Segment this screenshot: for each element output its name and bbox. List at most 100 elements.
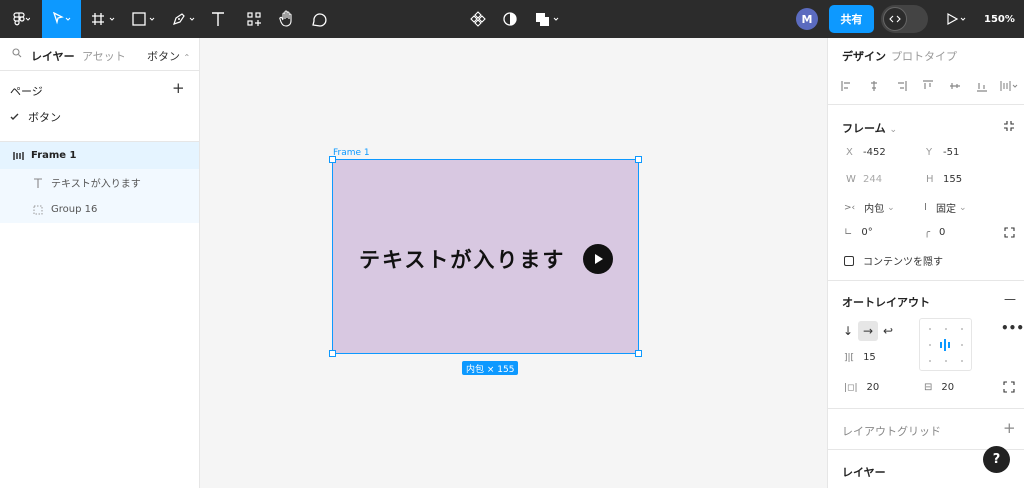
present-button[interactable] (942, 0, 972, 38)
y-field[interactable]: Y -51 (926, 147, 959, 158)
layer-label: Group 16 (51, 204, 98, 215)
grid-dot (945, 360, 947, 362)
hug-horizontal-icon: >‹ (844, 202, 856, 213)
frame-content: テキストが入ります (359, 244, 614, 274)
avatar[interactable]: M (796, 8, 818, 30)
resize-handle[interactable] (635, 350, 642, 357)
resources-button[interactable] (240, 0, 268, 38)
layout-grid-section-title: レイアウトグリッド (842, 425, 941, 438)
tab-assets[interactable]: アセット (82, 48, 126, 64)
width-mode-value: 内包 (864, 204, 885, 215)
share-button[interactable]: 共有 (829, 5, 874, 33)
add-layout-grid-icon[interactable]: + (1003, 419, 1016, 437)
size-badge: 内包 × 155 (462, 361, 519, 375)
comment-tool-button[interactable] (306, 0, 332, 38)
hand-icon (279, 10, 292, 27)
tab-design[interactable]: デザイン (842, 48, 886, 64)
more-options-icon[interactable]: ••• (1001, 321, 1024, 335)
clip-content-checkbox[interactable]: コンテンツを隠す (844, 253, 943, 268)
component-button[interactable] (466, 0, 490, 38)
layer-row-frame[interactable]: Frame 1 (0, 142, 199, 169)
move-tool-button[interactable] (42, 0, 81, 38)
resize-handle[interactable] (329, 156, 336, 163)
canvas[interactable]: Frame 1 テキストが入ります 内包 × 155 (200, 38, 827, 488)
shape-tool-button[interactable] (128, 0, 162, 38)
component-diamond-icon (470, 11, 486, 27)
grid-dot (929, 328, 931, 330)
resize-handle[interactable] (329, 350, 336, 357)
resize-handle[interactable] (635, 156, 642, 163)
collapse-icon[interactable] (1003, 120, 1015, 135)
boolean-button[interactable] (532, 0, 566, 38)
mask-button[interactable] (498, 0, 522, 38)
page-selector-label: ボタン (147, 50, 180, 63)
radius-field[interactable]: ╭ 0 (924, 227, 945, 238)
arrow-right-icon: → (862, 324, 874, 338)
frame-icon (92, 13, 115, 25)
independent-corners-icon[interactable] (1004, 227, 1015, 241)
align-bottom-icon[interactable] (972, 78, 991, 94)
distribute-icon[interactable] (999, 78, 1018, 94)
help-button[interactable]: ? (983, 446, 1010, 473)
align-right-icon[interactable] (892, 78, 911, 94)
x-field[interactable]: X -452 (846, 147, 886, 158)
height-mode-select[interactable]: I 固定 ⌄ (924, 200, 967, 215)
right-panel: デザイン プロトタイプ フレーム ⌄ X -452 Y -51 W 244 H … (827, 38, 1024, 488)
frame-autolayout-icon (12, 151, 24, 161)
frame-label[interactable]: Frame 1 (333, 148, 370, 158)
radius-value: 0 (939, 227, 946, 238)
frame-section-title[interactable]: フレーム ⌄ (842, 120, 897, 136)
gap-field[interactable]: ]|[ 15 (844, 352, 876, 363)
tab-prototype[interactable]: プロトタイプ (891, 48, 957, 64)
left-panel-tabs: レイヤー アセット ボタン ⌃ (0, 38, 199, 71)
remove-autolayout-icon[interactable]: — (1004, 292, 1016, 306)
grid-dot (961, 344, 963, 346)
zoom-level[interactable]: 150% (984, 0, 1015, 38)
x-label: X (846, 147, 853, 158)
page-item[interactable]: ボタン (10, 109, 61, 125)
tab-layers[interactable]: レイヤー (31, 48, 75, 64)
pen-tool-button[interactable] (168, 0, 202, 38)
rotation-value: 0° (861, 227, 873, 238)
direction-vertical-button[interactable]: ↓ (838, 321, 858, 341)
direction-horizontal-button[interactable]: → (858, 321, 878, 341)
w-field[interactable]: W 244 (846, 174, 882, 185)
layer-row-text[interactable]: テキストが入ります (0, 169, 199, 196)
vertical-padding-field[interactable]: ⊟ 20 (924, 382, 954, 393)
fixed-vertical-icon: I (924, 202, 927, 213)
h-field[interactable]: H 155 (926, 174, 962, 185)
direction-wrap-button[interactable]: ↩ (878, 321, 898, 341)
padding-horizontal-icon: |◻| (844, 382, 858, 393)
pages-header: ページ (10, 85, 43, 98)
padding-h-value: 20 (866, 382, 880, 393)
hand-tool-button[interactable] (274, 0, 300, 38)
alignment-grid[interactable] (919, 318, 972, 371)
rotation-field[interactable]: ∟ 0° (844, 227, 873, 238)
main-menu-button[interactable] (2, 0, 40, 38)
horizontal-padding-field[interactable]: |◻| 20 (844, 382, 879, 393)
text-icon (212, 12, 224, 26)
left-panel: レイヤー アセット ボタン ⌃ ページ + ボタン Frame 1 テキストが入… (0, 38, 200, 488)
align-left-icon[interactable] (838, 78, 857, 94)
align-top-icon[interactable] (919, 78, 938, 94)
align-center-h-icon[interactable] (865, 78, 884, 94)
frame-tool-button[interactable] (88, 0, 122, 38)
frame-text[interactable]: テキストが入ります (359, 244, 565, 274)
frame-1[interactable]: テキストが入ります (329, 156, 642, 357)
text-tool-button[interactable] (206, 0, 230, 38)
add-page-icon[interactable]: + (172, 79, 185, 97)
page-selector[interactable]: ボタン ⌃ (147, 48, 190, 64)
width-mode-select[interactable]: >‹ 内包 ⌄ (844, 200, 895, 216)
individual-padding-icon[interactable] (1003, 381, 1015, 396)
search-icon[interactable] (12, 48, 22, 61)
layer-label: テキストが入ります (51, 179, 141, 190)
divider (828, 408, 1024, 409)
play-circle-icon[interactable] (583, 244, 614, 274)
grid-dot (961, 328, 963, 330)
align-center-v-icon[interactable] (945, 78, 964, 94)
dev-mode-toggle[interactable] (881, 5, 928, 33)
group-icon (32, 205, 44, 215)
autolayout-section-title: オートレイアウト (842, 296, 930, 309)
x-value: -452 (863, 147, 886, 158)
layer-row-group[interactable]: Group 16 (0, 196, 199, 223)
